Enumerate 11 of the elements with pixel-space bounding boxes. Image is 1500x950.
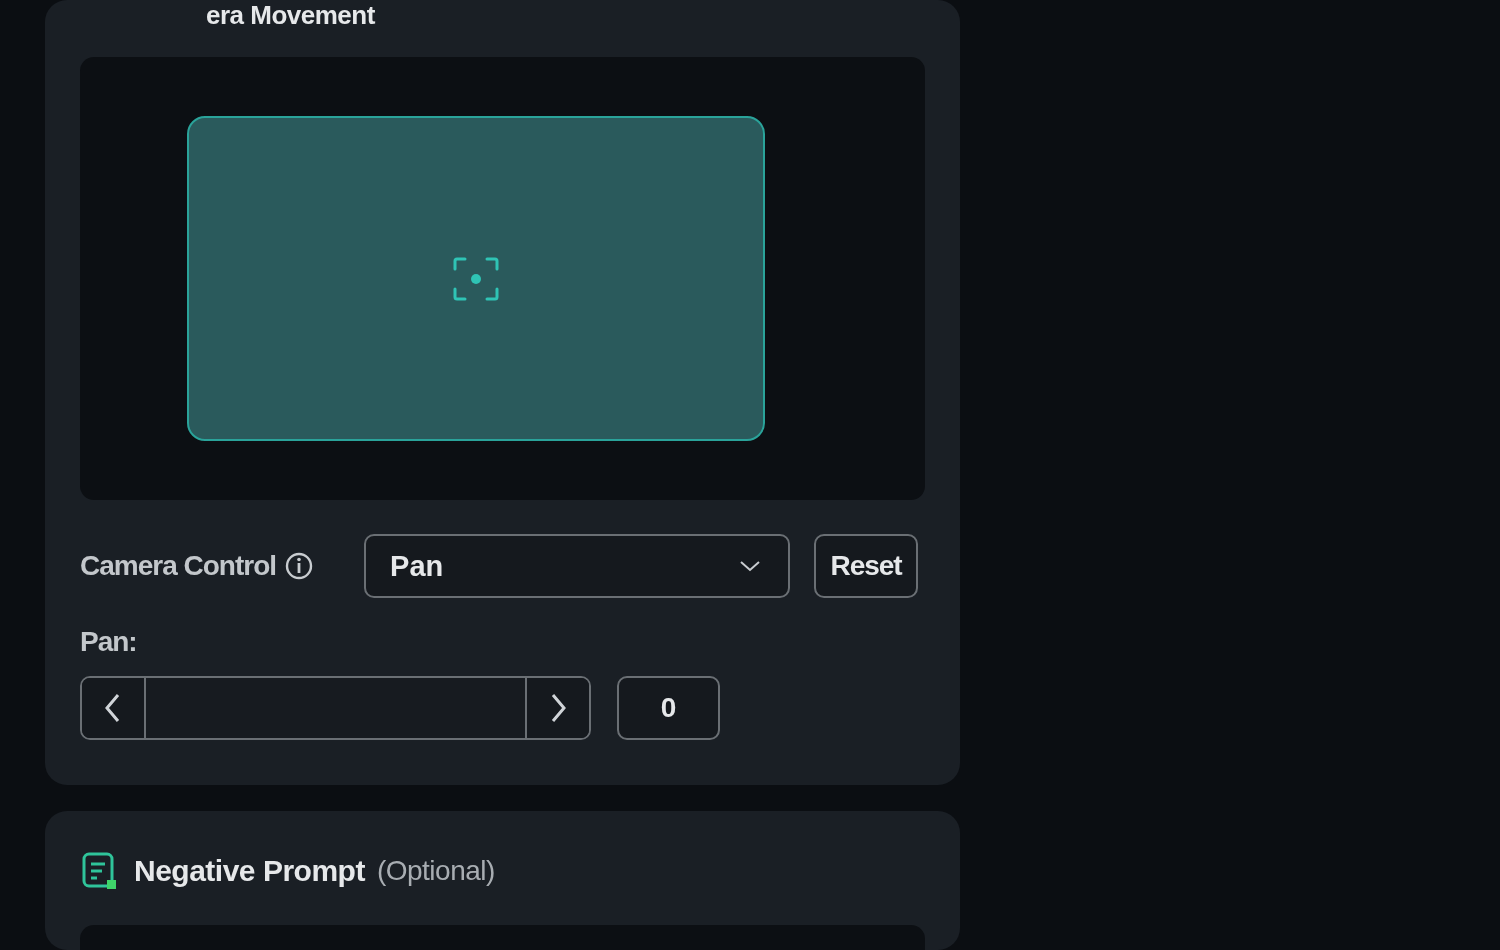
info-icon bbox=[284, 551, 315, 581]
pan-label: Pan: bbox=[80, 626, 138, 658]
optional-note: (Optional) bbox=[376, 855, 495, 887]
pan-stepper[interactable] bbox=[80, 676, 591, 740]
pan-value-field[interactable]: 0 bbox=[617, 676, 720, 740]
section-title: Negative Prompt bbox=[134, 854, 365, 888]
panel-title: era Movement bbox=[206, 0, 375, 31]
focus-icon bbox=[452, 256, 499, 301]
camera-control-label: Camera Control bbox=[80, 550, 277, 582]
reset-button[interactable]: Reset bbox=[814, 534, 919, 598]
camera-control-dropdown[interactable]: Pan bbox=[364, 534, 791, 598]
